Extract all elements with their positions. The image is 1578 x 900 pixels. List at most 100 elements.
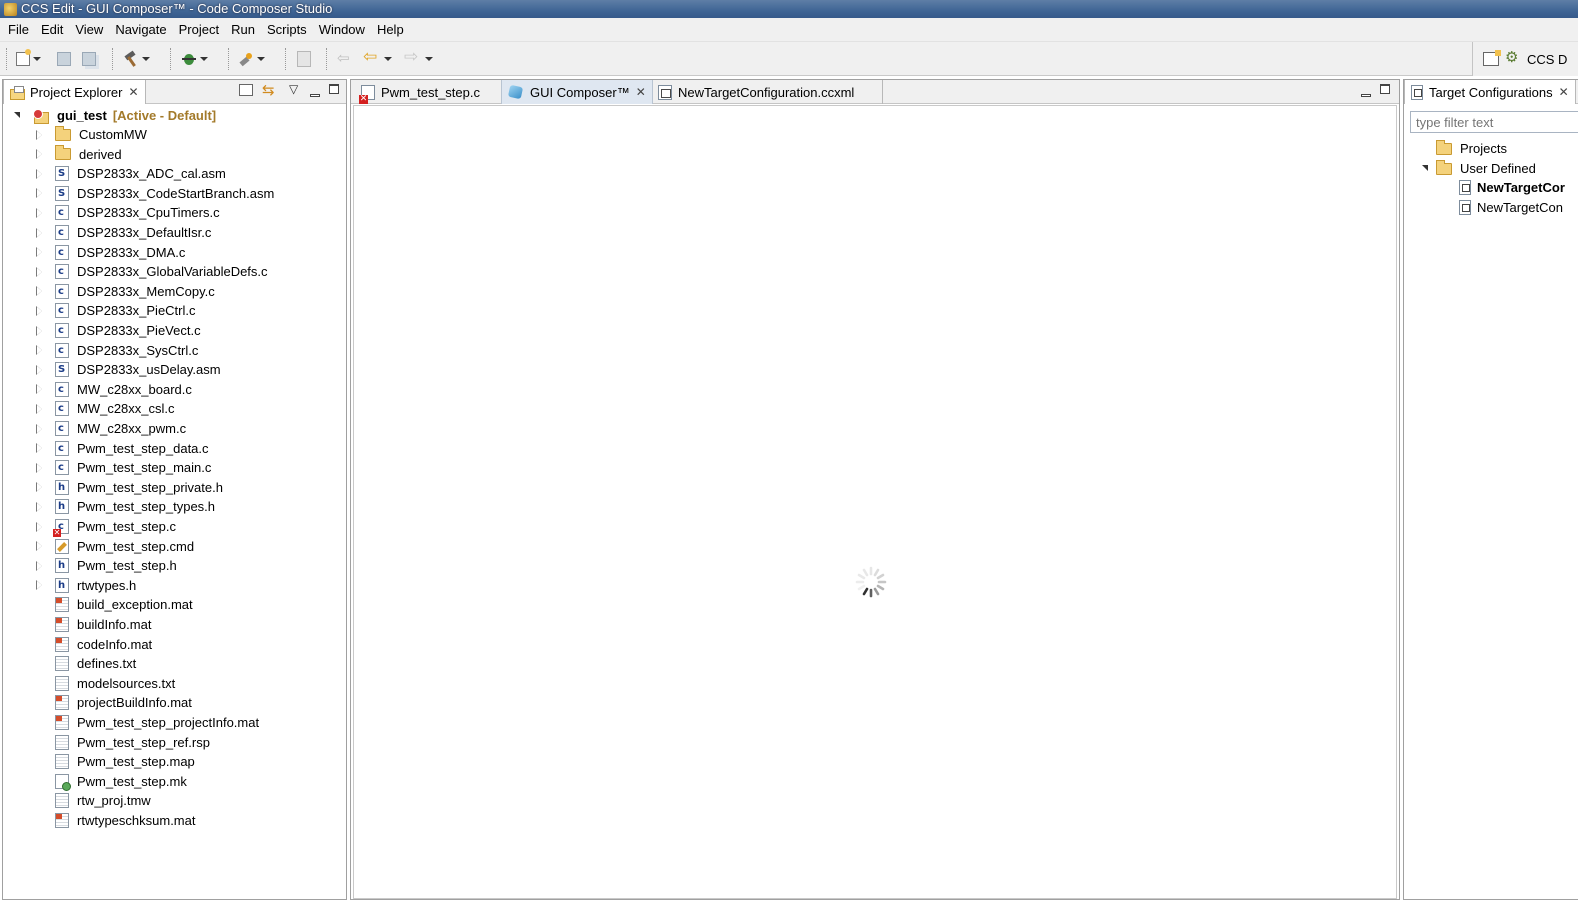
tree-item[interactable]: c DSP2833x_MemCopy.c [35,282,215,301]
tree-item[interactable]: CustomMW [35,125,147,144]
expand-arrow-icon[interactable] [35,305,45,316]
terminate-button[interactable] [297,50,311,68]
expand-arrow-icon[interactable] [35,345,45,356]
expand-arrow-icon[interactable] [35,207,45,218]
tree-item[interactable]: c DSP2833x_SysCtrl.c [35,341,198,360]
tab-project-explorer[interactable]: Project Explorer ✕ [3,80,146,104]
tree-item[interactable]: Pwm_test_step.mk [35,772,187,791]
tree-item[interactable]: projectBuildInfo.mat [35,693,192,712]
tree-item[interactable]: Pwm_test_step_ref.rsp [35,733,210,752]
expand-arrow-icon[interactable] [35,266,45,277]
back-button[interactable] [363,47,392,68]
dropdown-arrow-icon[interactable] [384,57,392,61]
gui-composer-canvas[interactable] [353,105,1397,899]
tree-item[interactable]: S DSP2833x_CodeStartBranch.asm [35,184,274,203]
tree-item[interactable]: c DSP2833x_GlobalVariableDefs.c [35,262,268,281]
tree-item[interactable]: derived [35,145,122,164]
last-edit-button[interactable] [337,49,353,68]
menu-file[interactable]: File [2,20,35,40]
external-tools-button[interactable] [238,50,265,68]
tree-item[interactable]: S DSP2833x_ADC_cal.asm [35,164,226,183]
open-perspective-icon[interactable] [1483,50,1501,66]
collapse-all-icon[interactable] [239,84,253,96]
minimize-icon[interactable] [1361,86,1371,102]
tree-item[interactable]: c Pwm_test_step.c [35,517,176,537]
tab-new-target-configuration[interactable]: NewTargetConfiguration.ccxml [652,80,884,104]
tree-item[interactable]: defines.txt [35,654,136,673]
tree-item[interactable]: h Pwm_test_step_private.h [35,478,223,497]
tree-item[interactable]: Pwm_test_step_projectInfo.mat [35,713,259,732]
expand-arrow-icon[interactable] [35,482,45,493]
link-with-editor-icon[interactable]: ⇆ [262,81,275,99]
expand-arrow-icon[interactable] [13,111,23,121]
tree-item[interactable]: Pwm_test_step.map [35,752,195,771]
menu-project[interactable]: Project [173,20,225,40]
forward-button[interactable] [404,47,433,68]
menu-window[interactable]: Window [313,20,371,40]
tree-item[interactable]: c MW_c28xx_pwm.c [35,419,186,438]
menu-help[interactable]: Help [371,20,410,40]
tc-tree-new-target-config-2[interactable]: NewTargetCon [1459,198,1563,217]
tree-item[interactable]: modelsources.txt [35,674,175,693]
tc-tree-user-defined[interactable]: User Defined [1421,159,1536,178]
tab-target-configurations[interactable]: Target Configurations ✕ [1404,80,1576,104]
close-icon[interactable]: ✕ [1559,85,1569,99]
expand-arrow-icon[interactable] [35,580,45,591]
expand-arrow-icon[interactable] [35,462,45,473]
dropdown-arrow-icon[interactable] [142,57,150,61]
dropdown-arrow-icon[interactable] [257,57,265,61]
tree-item[interactable]: h rtwtypes.h [35,576,136,595]
expand-arrow-icon[interactable] [35,423,45,434]
view-menu-icon[interactable]: ▽ [289,82,298,98]
tree-item[interactable]: c MW_c28xx_csl.c [35,399,175,418]
tree-item[interactable]: c Pwm_test_step_main.c [35,458,211,477]
maximize-icon[interactable] [329,83,339,99]
tab-gui-composer[interactable]: GUI Composer™ ✕ [501,80,653,104]
expand-arrow-icon[interactable] [35,364,45,375]
tree-item[interactable]: rtwtypeschksum.mat [35,811,195,830]
expand-arrow-icon[interactable] [35,443,45,454]
expand-arrow-icon[interactable] [35,521,45,532]
tc-tree-projects[interactable]: Projects [1436,139,1507,158]
tree-item[interactable]: rtw_proj.tmw [35,791,151,810]
tree-item[interactable]: h Pwm_test_step_types.h [35,497,215,516]
tree-item[interactable]: build_exception.mat [35,595,193,614]
new-button[interactable] [16,49,41,68]
tree-item[interactable]: c Pwm_test_step_data.c [35,439,209,458]
expand-arrow-icon[interactable] [35,501,45,512]
expand-arrow-icon[interactable] [35,560,45,571]
menu-scripts[interactable]: Scripts [261,20,313,40]
tree-item[interactable]: buildInfo.mat [35,615,151,634]
save-all-button[interactable] [82,50,96,68]
tree-item[interactable]: codeInfo.mat [35,635,152,654]
expand-arrow-icon[interactable] [35,168,45,179]
tree-item[interactable]: c DSP2833x_CpuTimers.c [35,203,220,222]
tree-item[interactable]: c MW_c28xx_board.c [35,380,192,399]
expand-arrow-icon[interactable] [35,129,45,140]
filter-input[interactable] [1410,111,1578,133]
minimize-icon[interactable] [310,86,320,102]
build-button[interactable] [123,50,150,68]
expand-arrow-icon[interactable] [35,149,45,160]
tree-item[interactable]: h Pwm_test_step.h [35,556,177,575]
dropdown-arrow-icon[interactable] [200,57,208,61]
menu-edit[interactable]: Edit [35,20,69,40]
tree-project-gui-test[interactable]: gui_test [Active - Default] [13,106,216,125]
menu-run[interactable]: Run [225,20,261,40]
tc-tree-new-target-config-1[interactable]: NewTargetCor [1459,178,1565,197]
expand-arrow-icon[interactable] [1421,164,1431,174]
tree-item[interactable]: Pwm_test_step.cmd [35,537,194,556]
tab-pwm-test-step-c[interactable]: Pwm_test_step.c [355,80,486,104]
expand-arrow-icon[interactable] [35,541,45,552]
expand-arrow-icon[interactable] [35,384,45,395]
tree-item[interactable]: S DSP2833x_usDelay.asm [35,360,221,379]
debug-button[interactable] [181,50,208,68]
tree-item[interactable]: c DSP2833x_PieVect.c [35,321,201,340]
dropdown-arrow-icon[interactable] [425,57,433,61]
tree-item[interactable]: c DSP2833x_PieCtrl.c [35,301,196,320]
maximize-icon[interactable] [1380,83,1390,99]
expand-arrow-icon[interactable] [35,188,45,199]
close-icon[interactable]: ✕ [636,85,646,99]
expand-arrow-icon[interactable] [35,227,45,238]
dropdown-arrow-icon[interactable] [33,57,41,61]
